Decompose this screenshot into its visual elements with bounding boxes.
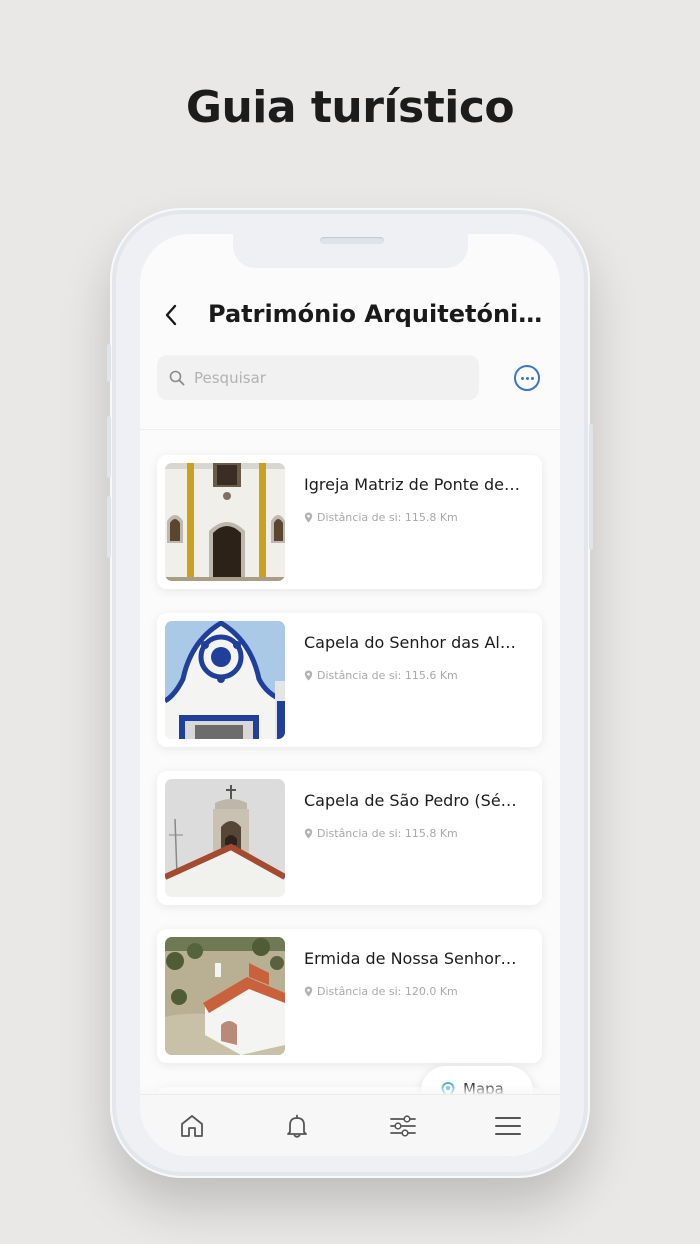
place-card[interactable]: Igreja Matriz de Ponte de … Distância de… bbox=[157, 455, 542, 589]
tab-filters[interactable] bbox=[386, 1109, 420, 1143]
chevron-left-icon bbox=[165, 304, 177, 326]
phone-frame: Património Arquitetónic… Pesquisar Igrej… bbox=[107, 208, 593, 1178]
place-card[interactable]: Ermida de Nossa Senhor… Distância de si:… bbox=[157, 929, 542, 1063]
mute-switch bbox=[107, 344, 111, 382]
place-name: Capela de São Pedro (Sé… bbox=[304, 791, 517, 810]
location-pin-icon bbox=[304, 986, 313, 997]
place-thumbnail bbox=[165, 621, 285, 739]
search-bar[interactable] bbox=[157, 355, 479, 400]
location-pin-icon bbox=[304, 670, 313, 681]
place-card[interactable]: Capela do Senhor das Al… Distância de si… bbox=[157, 613, 542, 747]
power-button bbox=[589, 424, 593, 550]
volume-up-button bbox=[107, 416, 111, 478]
more-dot bbox=[520, 376, 524, 380]
volume-down-button bbox=[107, 496, 111, 558]
place-thumbnail bbox=[165, 463, 285, 581]
place-distance-text: Distância de si: 115.8 Km bbox=[317, 511, 458, 524]
place-distance: Distância de si: 115.8 Km bbox=[304, 827, 458, 840]
speaker bbox=[320, 237, 384, 244]
promo-title: Guia turístico bbox=[185, 82, 515, 133]
place-thumbnail bbox=[165, 779, 285, 897]
home-icon bbox=[181, 1115, 203, 1137]
more-dot bbox=[525, 376, 529, 380]
place-distance-text: Distância de si: 120.0 Km bbox=[317, 985, 458, 998]
tab-notifications[interactable] bbox=[280, 1109, 314, 1143]
tab-menu[interactable] bbox=[491, 1109, 525, 1143]
place-name: Capela do Senhor das Al… bbox=[304, 633, 516, 652]
place-thumbnail bbox=[165, 937, 285, 1055]
header-divider bbox=[140, 429, 560, 430]
place-distance: Distância de si: 120.0 Km bbox=[304, 985, 458, 998]
filters-icon bbox=[390, 1115, 416, 1137]
place-distance-text: Distância de si: 115.8 Km bbox=[317, 827, 458, 840]
bottom-tab-bar bbox=[140, 1094, 560, 1156]
search-icon bbox=[169, 370, 185, 386]
header: Património Arquitetónic… bbox=[140, 290, 560, 340]
place-card[interactable]: Capela de São Pedro (Sé… Distância de si… bbox=[157, 771, 542, 905]
notch bbox=[233, 234, 468, 268]
place-name: Ermida de Nossa Senhor… bbox=[304, 949, 517, 968]
search-input[interactable] bbox=[192, 367, 466, 388]
app-screen: Património Arquitetónic… Pesquisar Igrej… bbox=[140, 234, 560, 1156]
place-distance: Distância de si: 115.6 Km bbox=[304, 669, 458, 682]
bell-icon bbox=[287, 1114, 307, 1138]
location-pin-icon bbox=[304, 828, 313, 839]
more-options-button[interactable] bbox=[514, 365, 540, 391]
tab-home[interactable] bbox=[175, 1109, 209, 1143]
back-button[interactable] bbox=[156, 300, 186, 330]
place-distance: Distância de si: 115.8 Km bbox=[304, 511, 458, 524]
place-name: Igreja Matriz de Ponte de … bbox=[304, 475, 524, 494]
menu-icon bbox=[495, 1117, 521, 1135]
location-pin-icon bbox=[304, 512, 313, 523]
page-title: Património Arquitetónic… bbox=[208, 300, 548, 328]
place-distance-text: Distância de si: 115.6 Km bbox=[317, 669, 458, 682]
more-dot bbox=[530, 376, 534, 380]
